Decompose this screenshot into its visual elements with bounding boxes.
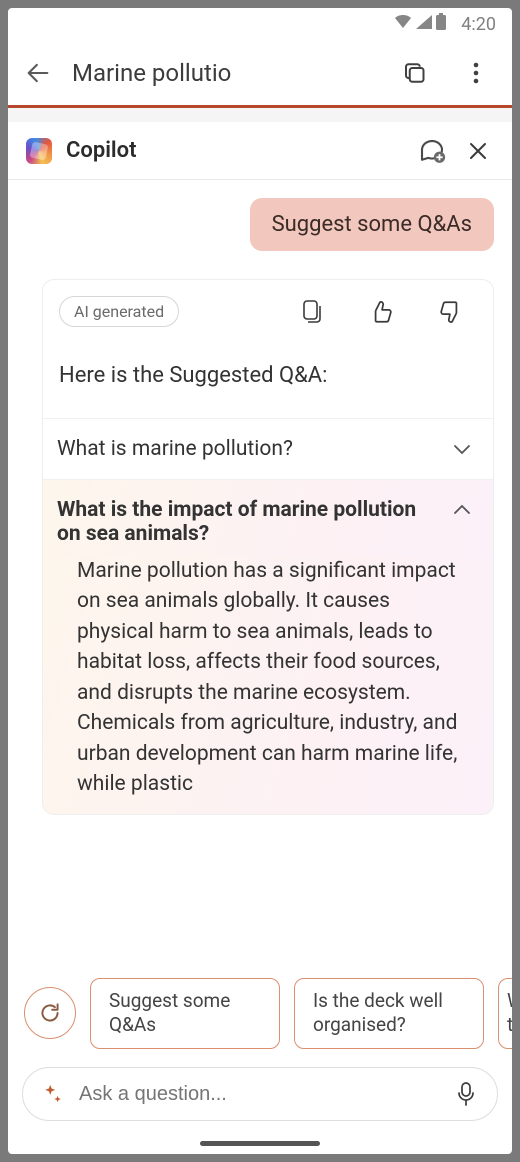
- thumbs-down-icon: [438, 299, 464, 325]
- response-card: AI generated Here is the Suggested Q&A: …: [42, 279, 494, 815]
- refresh-suggestions-button[interactable]: [24, 987, 76, 1039]
- more-vertical-icon: [473, 61, 479, 85]
- qa-question: What is the impact of marine pollution o…: [57, 498, 441, 546]
- more-button[interactable]: [456, 53, 496, 93]
- new-chat-button[interactable]: [416, 135, 448, 167]
- chevron-down-icon: [453, 437, 471, 461]
- phone-frame: 4:20 Marine pollutio Copilot: [8, 8, 512, 1154]
- copy-icon: [299, 298, 323, 326]
- ask-input[interactable]: [79, 1083, 439, 1106]
- suggestion-row: Suggest some Q&As Is the deck well organ…: [8, 962, 512, 1059]
- chip-label: Is the deck well organised?: [313, 989, 465, 1038]
- status-time: 4:20: [461, 14, 496, 35]
- status-bar: 4:20: [8, 8, 512, 40]
- suggestion-chip[interactable]: Suggest some Q&As: [90, 978, 280, 1049]
- sparkle-icon: [41, 1082, 65, 1106]
- thumbs-up-icon: [368, 299, 394, 325]
- app-header: Marine pollutio: [8, 40, 512, 108]
- wifi-icon: [393, 14, 413, 34]
- home-indicator[interactable]: [200, 1141, 320, 1146]
- copilot-glyph-icon: [401, 58, 431, 88]
- arrow-left-icon: [24, 59, 52, 87]
- suggestion-chip[interactable]: W th: [498, 978, 512, 1049]
- copy-button[interactable]: [297, 298, 325, 326]
- copilot-logo-icon: [26, 138, 52, 164]
- response-toolbar: AI generated: [43, 296, 493, 355]
- copilot-title: Copilot: [66, 138, 136, 163]
- document-title[interactable]: Marine pollutio: [72, 59, 231, 87]
- qa-toggle[interactable]: What is marine pollution?: [43, 419, 493, 479]
- thumbs-down-button[interactable]: [437, 298, 465, 326]
- app-subheader: [8, 108, 512, 122]
- status-icons: [393, 13, 447, 35]
- input-bar: [22, 1067, 498, 1121]
- chat-body: Suggest some Q&As AI generated Here is t…: [8, 180, 512, 962]
- back-button[interactable]: [24, 59, 52, 87]
- chip-label: W th: [507, 989, 512, 1038]
- user-message: Suggest some Q&As: [250, 198, 494, 251]
- chevron-up-icon: [453, 498, 471, 522]
- qa-toggle[interactable]: What is the impact of marine pollution o…: [43, 480, 493, 556]
- chip-label: Suggest some Q&As: [109, 989, 261, 1038]
- response-intro: Here is the Suggested Q&A:: [43, 355, 493, 418]
- close-button[interactable]: [462, 135, 494, 167]
- qa-item-collapsed: What is marine pollution?: [43, 418, 493, 479]
- battery-icon: [435, 13, 447, 35]
- qa-question: What is marine pollution?: [57, 437, 293, 461]
- ai-generated-badge: AI generated: [59, 296, 179, 327]
- thumbs-up-button[interactable]: [367, 298, 395, 326]
- close-icon: [466, 139, 490, 163]
- chat-plus-icon: [417, 136, 447, 166]
- copilot-panel-header: Copilot: [8, 122, 512, 180]
- suggestion-chip[interactable]: Is the deck well organised?: [294, 978, 484, 1049]
- mic-icon: [455, 1081, 477, 1107]
- qa-item-expanded: What is the impact of marine pollution o…: [43, 479, 493, 814]
- mic-button[interactable]: [453, 1081, 479, 1107]
- signal-icon: [415, 14, 433, 34]
- copilot-header-button[interactable]: [396, 53, 436, 93]
- qa-answer: Marine pollution has a significant impac…: [43, 556, 493, 814]
- refresh-icon: [37, 1000, 63, 1026]
